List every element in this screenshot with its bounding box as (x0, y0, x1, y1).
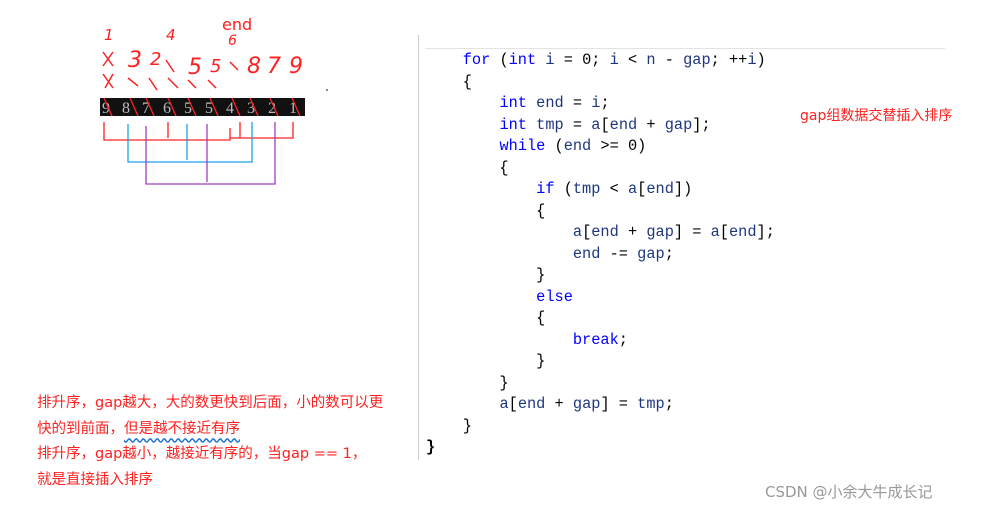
code-line: int tmp = a[end + gap]; (499, 115, 711, 134)
watermark: CSDN @小余大牛成长记 (765, 483, 933, 501)
code-line: } (426, 266, 546, 284)
note-line: 快的到前面，但是越不接近有序 (37, 417, 417, 443)
digit: 5 (210, 56, 221, 77)
mark: 6 (228, 33, 237, 49)
digit: 8 (247, 54, 261, 79)
note-text: 快的到前面， (37, 420, 124, 437)
mark: 1 (104, 26, 114, 44)
array-digit: 8 (122, 100, 130, 117)
underlined-note: 但是越不接近有序 (124, 420, 240, 437)
code-line: if (tmp < a[end]) (536, 180, 693, 198)
code-line: int end = i; (499, 94, 610, 112)
code-line: { (426, 201, 546, 220)
digit: 5 (188, 55, 202, 80)
array-digit: 5 (184, 100, 192, 117)
code-line: { (426, 309, 546, 327)
end-label: end (222, 15, 252, 34)
code-closing-brace: } (426, 438, 436, 456)
note-line: 排升序，gap越大，大的数更快到后面，小的数可以更 (37, 395, 384, 411)
code-line: } (426, 373, 509, 392)
code-line: { (426, 72, 472, 91)
digit: 9 (289, 54, 303, 79)
code-line: else (536, 287, 573, 306)
code-line: { (426, 158, 509, 177)
code-block: for (int i = 0; i < n - gap; ++i) { int … (426, 50, 775, 459)
note-line: 排升序，gap越小，越接近有序的，当gap == 1， (37, 446, 367, 462)
note-line: 就是直接插入排序 (37, 471, 153, 488)
array-digit: 3 (247, 100, 255, 117)
code-line: for (int i = 0; i < n - gap; ++i) (462, 51, 766, 69)
array-digit: 4 (226, 100, 234, 117)
digit: 7 (267, 54, 281, 79)
divider-horizontal (425, 48, 945, 49)
code-line: end -= gap; (572, 244, 674, 263)
gap-annotation: gap组数据交替插入排序 (800, 108, 953, 124)
code-line: break; (572, 330, 628, 349)
code-line: a[end + gap] = tmp; (499, 395, 674, 413)
handwritten-sketch: end 1 4 6 3 2 5 5 8 7 9 9 8 7 6 5 5 4 3 … (100, 15, 328, 185)
code-line: } (426, 352, 546, 370)
rewritten-digits: 3 2 5 5 8 7 9 (128, 48, 303, 80)
code-line: while (end >= 0) (499, 137, 647, 155)
digit: 2 (150, 49, 161, 70)
array-digit: 7 (142, 100, 150, 117)
mark: 4 (166, 26, 176, 44)
code-line: } (426, 416, 472, 435)
digit: 3 (128, 48, 142, 73)
code-line: a[end + gap] = a[end]; (572, 223, 775, 241)
explanation-notes: 排升序，gap越大，大的数更快到后面，小的数可以更 快的到前面，但是越不接近有序… (37, 391, 417, 493)
array-digit: 1 (289, 100, 297, 117)
